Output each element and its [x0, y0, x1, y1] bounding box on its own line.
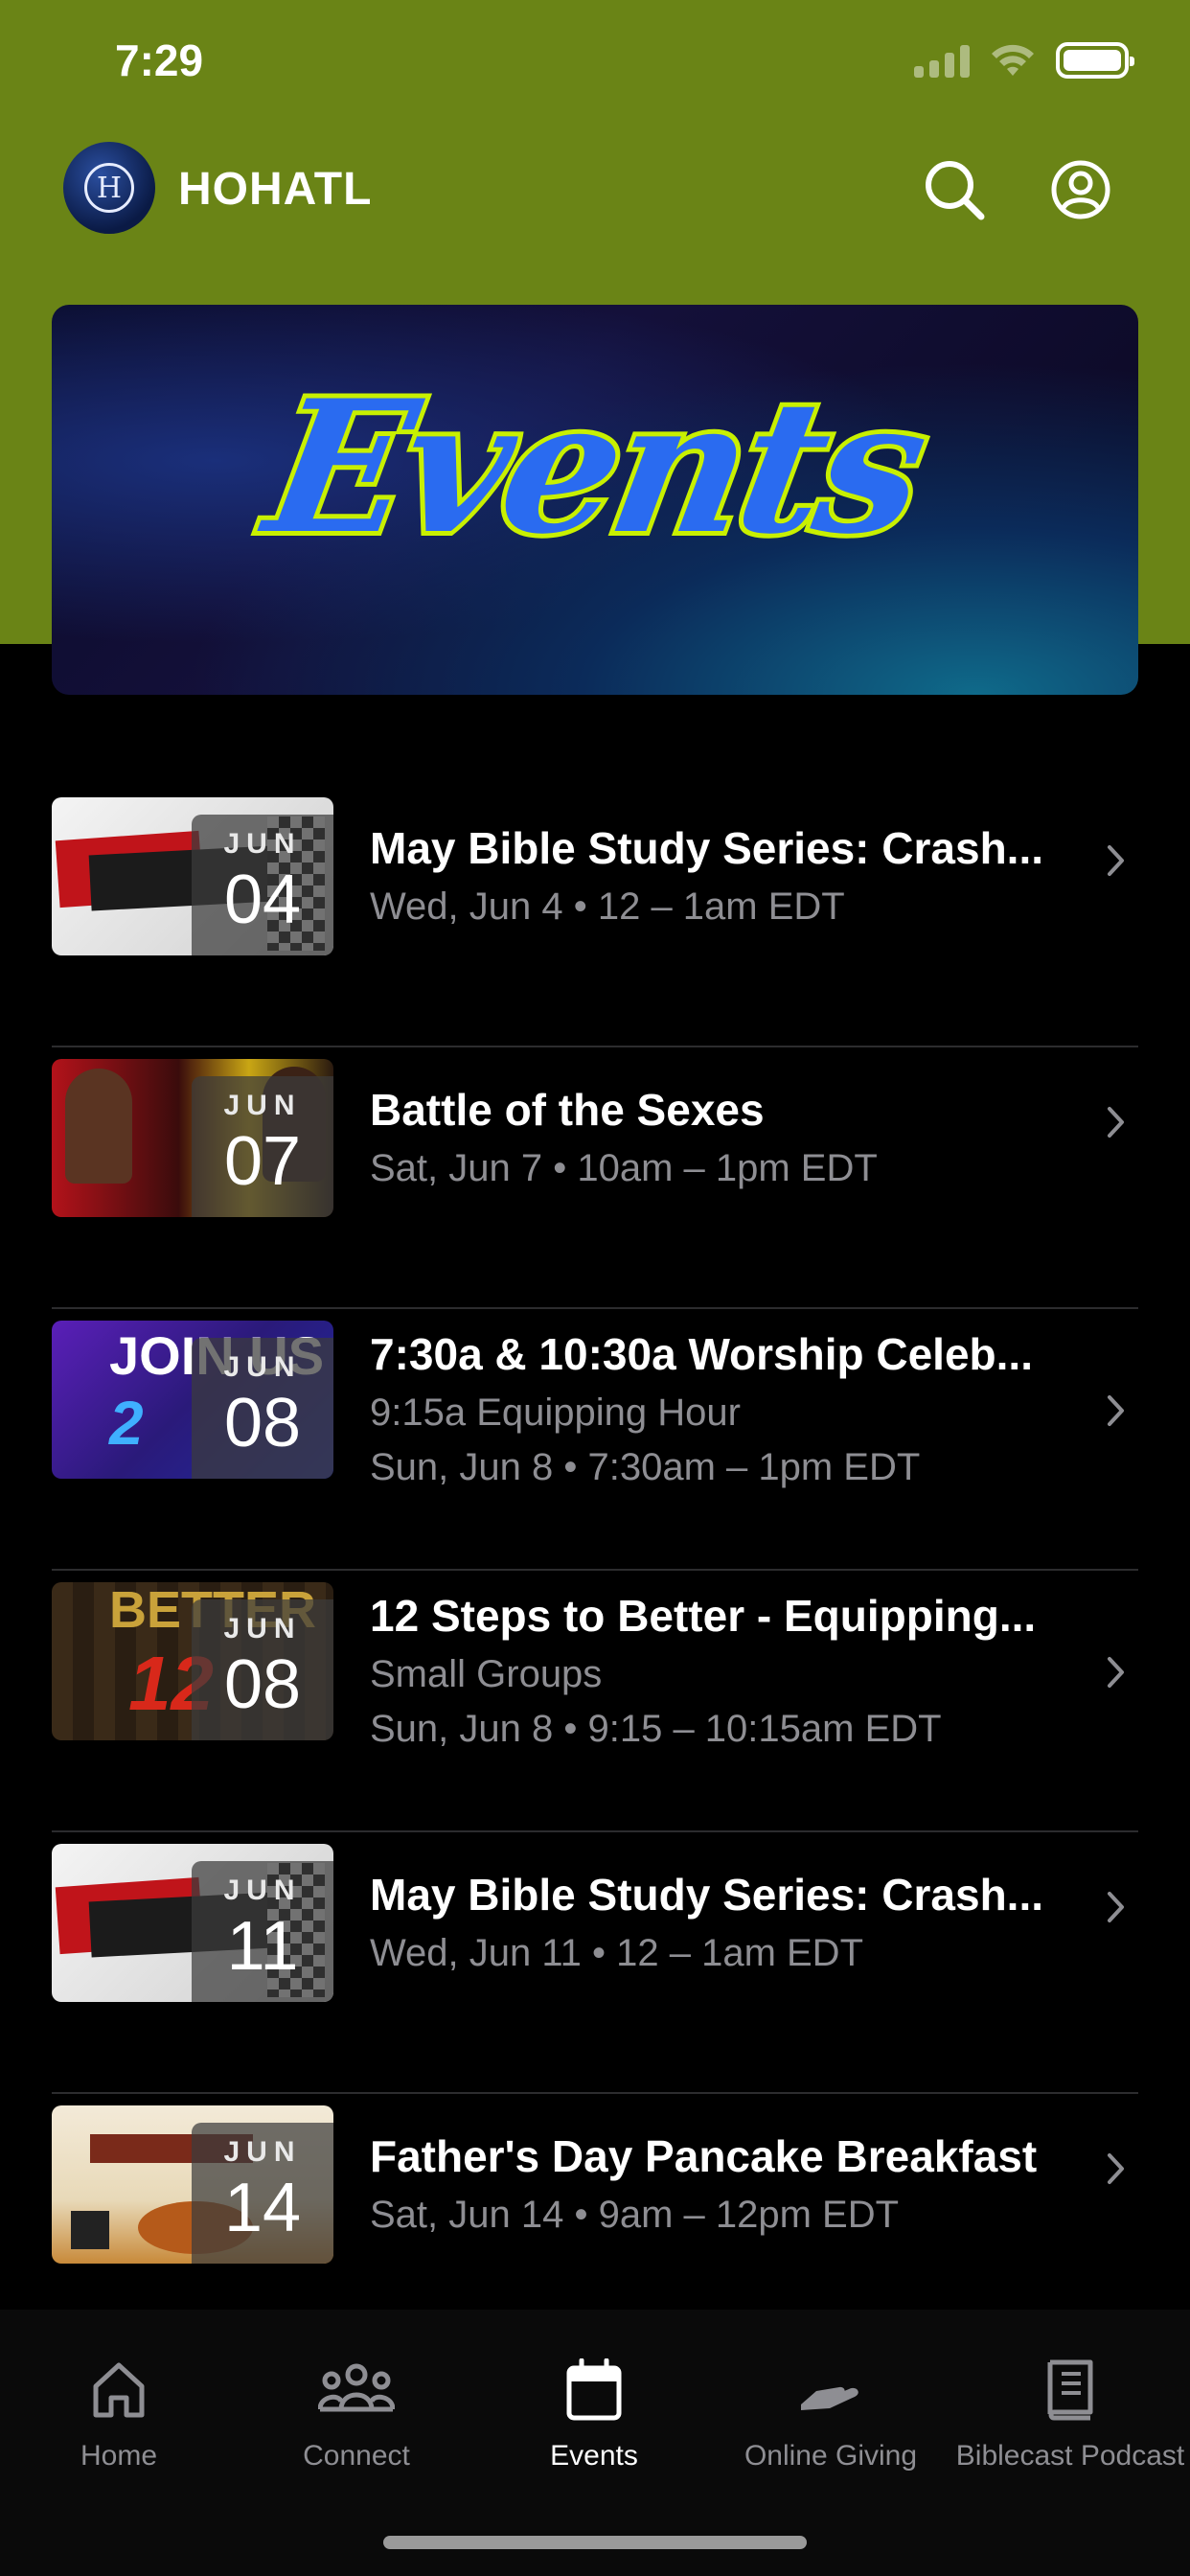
event-month: JUN [223, 1090, 302, 1121]
wifi-icon [992, 44, 1034, 76]
events-hero-banner: Events [52, 305, 1138, 695]
event-date-badge: JUN 08 [192, 1338, 333, 1479]
event-thumbnail: JOIN US2JUN08 [52, 1321, 333, 1479]
chevron-right-icon [1102, 2150, 1131, 2188]
event-subtitle: Small Groups [370, 1653, 603, 1695]
event-text: 12 Steps to Better - Equipping... Small G… [370, 1590, 1136, 1751]
event-subtitle: 9:15a Equipping Hour [370, 1392, 741, 1434]
giving-hand-icon [716, 2356, 946, 2425]
logo-letter: H [84, 163, 134, 213]
event-row[interactable]: JUN 04 May Bible Study Series: Crash... Wed… [52, 786, 1138, 1047]
tab-online-giving[interactable]: Online Giving [716, 2356, 946, 2472]
event-month: JUN [223, 2136, 302, 2168]
profile-icon [1051, 160, 1110, 219]
tab-label: Home [80, 2440, 158, 2472]
event-date-badge: JUN 07 [192, 1076, 333, 1217]
tab-label: Online Giving [744, 2440, 918, 2472]
home-icon [4, 2356, 234, 2425]
event-list: JUN 04 May Bible Study Series: Crash... Wed… [52, 786, 1138, 2356]
event-datetime: Wed, Jun 11 • 12 – 1am EDT [370, 1932, 863, 1974]
home-indicator [383, 2536, 807, 2549]
event-title: 12 Steps to Better - Equipping... [370, 1591, 1037, 1641]
event-row[interactable]: BETTER12JUN0812 Steps to Better - Equipp… [52, 1571, 1138, 1832]
event-datetime: Sun, Jun 8 • 7:30am – 1pm EDT [370, 1446, 921, 1488]
tab-connect[interactable]: Connect [241, 2356, 471, 2472]
event-date-badge: JUN 11 [192, 1861, 333, 2002]
app-title: HOHATL [178, 164, 373, 215]
status-icons [914, 42, 1134, 79]
event-month: JUN [223, 1351, 302, 1383]
event-thumbnail: JUN 14 [52, 2105, 333, 2264]
event-text: May Bible Study Series: Crash... Wed, Jun… [370, 1869, 1136, 1975]
status-bar: 7:29 [0, 0, 1190, 134]
profile-button[interactable] [1044, 153, 1117, 226]
people-icon [241, 2356, 471, 2425]
book-icon [955, 2356, 1185, 2425]
event-thumbnail: JUN 04 [52, 797, 333, 955]
event-thumbnail: JUN 11 [52, 1844, 333, 2002]
event-thumbnail: BETTER12JUN08 [52, 1582, 333, 1740]
event-day: 08 [223, 1385, 302, 1461]
event-day: 04 [223, 862, 302, 938]
event-row[interactable]: JOIN US2JUN087:30a & 10:30a Worship Cele… [52, 1309, 1138, 1571]
event-month: JUN [223, 828, 302, 860]
battery-icon [1056, 42, 1134, 79]
event-title: Battle of the Sexes [370, 1085, 765, 1135]
event-month: JUN [223, 1613, 302, 1644]
calendar-icon [479, 2356, 709, 2425]
chevron-right-icon [1102, 1392, 1131, 1430]
church-logo[interactable]: H [63, 142, 155, 234]
event-datetime: Sat, Jun 14 • 9am – 12pm EDT [370, 2194, 900, 2236]
chevron-right-icon [1102, 1103, 1131, 1141]
tab-biblecast-podcast[interactable]: Biblecast Podcast [955, 2356, 1185, 2472]
hero-title: Events [249, 356, 941, 579]
event-row[interactable]: JUN 07 Battle of the Sexes Sat, Jun 7 • 10a… [52, 1047, 1138, 1309]
search-icon [926, 161, 985, 220]
tab-events[interactable]: Events [479, 2356, 709, 2472]
event-day: 08 [223, 1646, 302, 1723]
event-row[interactable]: JUN 11 May Bible Study Series: Crash... Wed… [52, 1832, 1138, 2094]
tab-label: Events [550, 2440, 638, 2472]
event-text: May Bible Study Series: Crash... Wed, Jun… [370, 822, 1136, 929]
event-title: May Bible Study Series: Crash... [370, 1870, 1044, 1920]
event-date-badge: JUN 04 [192, 815, 333, 955]
event-text: 7:30a & 10:30a Worship Celeb... 9:15a Equ… [370, 1328, 1136, 1489]
event-title: Father's Day Pancake Breakfast [370, 2131, 1038, 2181]
event-date-badge: JUN 14 [192, 2123, 333, 2264]
event-day: 11 [226, 1908, 299, 1985]
event-date-badge: JUN 08 [192, 1599, 333, 1740]
tab-label: Connect [303, 2440, 410, 2472]
status-time: 7:29 [115, 35, 204, 85]
app-header: H HOHATL [0, 134, 1190, 249]
chevron-right-icon [1102, 1888, 1131, 1926]
cellular-signal-icon [914, 43, 970, 78]
event-text: Father's Day Pancake Breakfast Sat, Jun 1… [370, 2130, 1136, 2237]
event-title: 7:30a & 10:30a Worship Celeb... [370, 1329, 1033, 1379]
event-datetime: Sun, Jun 8 • 9:15 – 10:15am EDT [370, 1708, 942, 1750]
event-day: 07 [223, 1123, 302, 1200]
chevron-right-icon [1102, 1653, 1131, 1691]
event-datetime: Wed, Jun 4 • 12 – 1am EDT [370, 886, 845, 928]
event-text: Battle of the Sexes Sat, Jun 7 • 10am – 1… [370, 1084, 1136, 1190]
chevron-right-icon [1102, 841, 1131, 880]
tab-label: Biblecast Podcast [955, 2440, 1185, 2472]
event-title: May Bible Study Series: Crash... [370, 823, 1044, 873]
search-button[interactable] [918, 153, 991, 226]
tab-home[interactable]: Home [4, 2356, 234, 2472]
event-day: 14 [223, 2170, 302, 2246]
event-datetime: Sat, Jun 7 • 10am – 1pm EDT [370, 1147, 878, 1189]
event-month: JUN [223, 1874, 302, 1906]
event-thumbnail: JUN 07 [52, 1059, 333, 1217]
